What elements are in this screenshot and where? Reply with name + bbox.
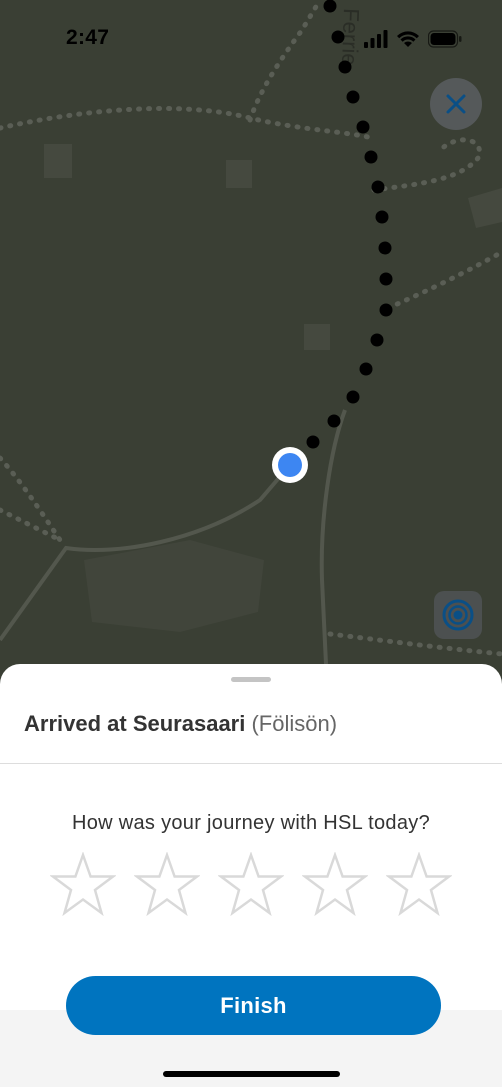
locate-icon — [442, 599, 474, 631]
arrival-prefix: Arrived at — [24, 711, 133, 736]
map-canvas: Ferrie — [0, 0, 502, 665]
star-3-icon[interactable] — [218, 852, 284, 918]
map-footpath — [385, 249, 502, 311]
map-footpath — [0, 507, 63, 543]
star-4-icon[interactable] — [302, 852, 368, 918]
status-bar: 2:47 — [0, 0, 502, 78]
map-view[interactable]: Ferrie — [0, 0, 502, 700]
sheet-grabber[interactable] — [231, 677, 271, 682]
wifi-icon — [397, 31, 419, 47]
map-building — [226, 160, 252, 188]
divider — [0, 763, 502, 764]
bottom-sheet: Arrived at Seurasaari (Fölisön) How was … — [0, 664, 502, 1087]
map-road — [319, 409, 347, 665]
stop-alt-name: (Fölisön) — [251, 711, 338, 736]
battery-icon — [428, 30, 462, 48]
star-2-icon[interactable] — [134, 852, 200, 918]
star-1-icon[interactable] — [50, 852, 116, 918]
status-icons — [364, 28, 462, 50]
map-footpath — [371, 137, 482, 193]
map-building — [44, 144, 72, 178]
map-footpath — [0, 455, 63, 543]
close-button[interactable] — [430, 78, 482, 130]
home-indicator[interactable] — [163, 1071, 340, 1077]
star-5-icon[interactable] — [386, 852, 452, 918]
star-rating — [50, 852, 452, 918]
finish-button[interactable]: Finish — [66, 976, 441, 1035]
map-building — [304, 324, 330, 350]
map-building — [84, 540, 264, 632]
signal-icon — [364, 30, 388, 48]
map-building — [468, 188, 502, 228]
map-footpath — [0, 106, 375, 141]
stop-name: Seurasaari — [132, 711, 246, 736]
user-location-dot — [272, 447, 308, 483]
arrival-title: Arrived at Seurasaari (Fölisön) — [24, 711, 337, 737]
locate-button[interactable] — [434, 591, 482, 639]
close-icon — [446, 94, 466, 114]
status-time: 2:47 — [66, 26, 110, 49]
rating-question: How was your journey with HSL today? — [72, 812, 430, 834]
